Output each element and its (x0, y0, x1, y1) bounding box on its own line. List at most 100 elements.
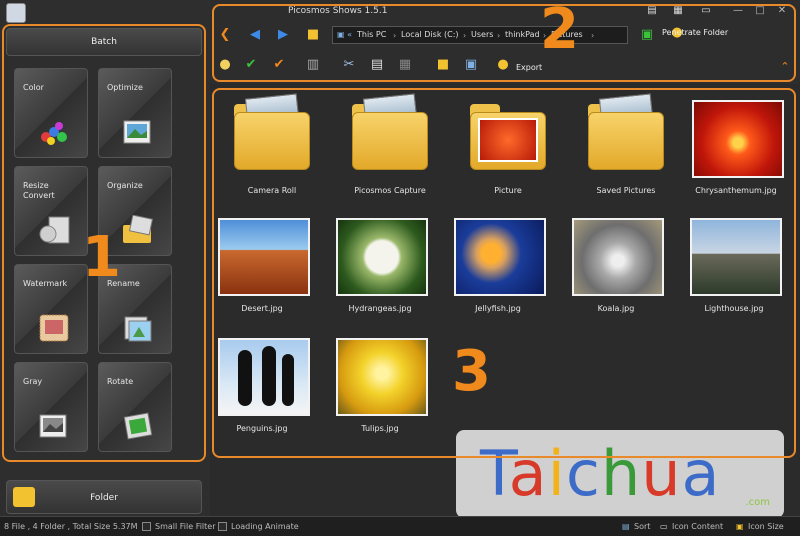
folder-label: Folder (90, 493, 118, 503)
tool-color[interactable]: Color (14, 68, 88, 158)
grid-item-label: Koala.jpg (597, 304, 635, 313)
color-palette-icon (41, 122, 67, 145)
status-bar: 8 File , 4 Folder , Total Size 5.37M Sma… (0, 516, 800, 536)
watermark-logo: Taichua .com (456, 430, 784, 518)
icon-content-icon: ▭ (660, 522, 668, 531)
optimize-icon (123, 120, 151, 144)
rename-icon (124, 316, 152, 342)
tool-optimize[interactable]: Optimize (98, 68, 172, 158)
tool-watermark[interactable]: Watermark (14, 264, 88, 354)
tool-resize-convert[interactable]: Resize Convert (14, 166, 88, 256)
settings-icon[interactable]: ▦ (672, 5, 684, 17)
folder-image-icon (460, 94, 556, 180)
image-thumbnail (450, 212, 546, 298)
grid-item-label: Desert.jpg (241, 304, 283, 313)
check-all-icon[interactable]: ✔ (242, 56, 260, 74)
slideshow-icon[interactable]: ▣ (462, 56, 480, 74)
check-icon[interactable]: ✔ (270, 56, 288, 74)
image-thumbnail (686, 212, 782, 298)
cut-icon[interactable]: ✂ (340, 56, 358, 74)
back-arrow-icon[interactable]: ◀ (246, 26, 264, 44)
grid-item-label: Jellyfish.jpg (475, 304, 521, 313)
icon-size-button[interactable]: Icon Size (748, 522, 784, 531)
annotation-number-2: 2 (540, 0, 579, 62)
grid-item-label: Lighthouse.jpg (704, 304, 764, 313)
tool-resize-convert-label: Resize Convert (23, 181, 55, 200)
loading-animate-label: Loading Animate (231, 522, 299, 531)
icon-size-icon: ▣ (736, 522, 744, 531)
app-window: Batch Color Optimize Resize Convert Orga… (0, 0, 800, 536)
breadcrumb-sep: › (463, 31, 467, 40)
export-icon[interactable]: ● (494, 56, 512, 74)
grid-item-label: Saved Pictures (596, 186, 656, 195)
view-icon[interactable]: ▣ (638, 26, 656, 44)
tool-rotate[interactable]: Rotate (98, 362, 172, 452)
grid-item-label: Chrysanthemum.jpg (695, 186, 777, 195)
icon-content-button[interactable]: Icon Content (672, 522, 723, 531)
watermark-icon (39, 314, 69, 342)
address-bar[interactable]: ▣ « This PC › Local Disk (C:) › Users › … (332, 26, 628, 44)
new-folder-icon[interactable]: ■ (434, 56, 452, 74)
tool-organize-label: Organize (107, 181, 143, 190)
watermark-suffix: .com (745, 497, 770, 508)
image-thumbnail (332, 332, 428, 418)
tool-gray[interactable]: Gray (14, 362, 88, 452)
image-thumbnail (214, 212, 310, 298)
breadcrumb-sep: › (497, 31, 501, 40)
close-button[interactable]: ✕ (776, 5, 788, 17)
folder-icon (224, 93, 320, 180)
image-thumbnail (214, 332, 310, 418)
up-folder-icon[interactable]: ■ (304, 26, 322, 44)
doc-icon[interactable]: ▤ (646, 5, 658, 17)
grid-item-label: Penguins.jpg (236, 424, 288, 433)
folder-button[interactable]: Folder (6, 480, 202, 514)
collapse-left-icon[interactable]: ❮ (216, 26, 234, 44)
resize-convert-icon (39, 216, 70, 244)
batch-label: Batch (91, 37, 117, 47)
window-title: Picosmos Shows 1.5.1 (288, 6, 388, 16)
tool-rotate-label: Rotate (107, 377, 134, 386)
toolbar: Picosmos Shows 1.5.1 ▤ ▦ ▭ — □ ✕ ❮ ◀ ▶ ■… (210, 0, 800, 84)
breadcrumb-users[interactable]: Users (471, 30, 493, 39)
breadcrumb-local-disk[interactable]: Local Disk (C:) (401, 30, 459, 39)
breadcrumb-this-pc[interactable]: This PC (357, 30, 386, 39)
paste-icon[interactable]: ▦ (396, 56, 414, 74)
gray-icon (39, 414, 67, 438)
breadcrumb-thinkpad[interactable]: thinkPad (505, 30, 540, 39)
image-thumbnail (688, 94, 784, 180)
loading-animate-checkbox[interactable] (218, 522, 227, 531)
small-file-filter-label: Small File Filter (155, 522, 216, 531)
breadcrumb-sep: › (591, 31, 595, 40)
tool-watermark-label: Watermark (23, 279, 68, 288)
grid-item-label: Picture (494, 186, 522, 195)
forward-arrow-icon[interactable]: ▶ (274, 26, 292, 44)
tool-gray-label: Gray (23, 377, 43, 386)
pc-icon: ▣ « (337, 30, 352, 39)
small-file-filter-checkbox[interactable] (142, 522, 151, 531)
sort-icon: ▤ (622, 522, 630, 531)
status-summary: 8 File , 4 Folder , Total Size 5.37M (4, 522, 138, 531)
collapse-up-icon[interactable]: ⌃ (776, 58, 794, 76)
tool-color-label: Color (23, 83, 44, 92)
batch-button[interactable]: Batch (6, 28, 202, 56)
penetrate-folder-button[interactable]: Penetrate Folder (662, 28, 728, 37)
rotate-icon (123, 412, 153, 440)
organize-icon (123, 215, 154, 243)
sort-button[interactable]: Sort (634, 522, 650, 531)
image-thumbnail (568, 212, 664, 298)
export-button[interactable]: Export (516, 63, 542, 72)
copy-icon[interactable]: ▤ (368, 56, 386, 74)
minimize-button[interactable]: — (732, 5, 744, 17)
trash-icon[interactable]: ▥ (304, 56, 322, 74)
monitor-icon[interactable]: ▭ (700, 5, 712, 17)
annotation-number-3: 3 (452, 339, 491, 404)
tool-optimize-label: Optimize (107, 83, 143, 92)
maximize-button[interactable]: □ (754, 5, 766, 17)
watermark-text: Taichua (480, 437, 721, 510)
grid-item-label: Hydrangeas.jpg (348, 304, 412, 313)
user-icon[interactable]: ● (216, 56, 234, 74)
batch-icon (6, 3, 26, 23)
folder-icon (342, 93, 438, 180)
grid-item-label: Tulips.jpg (361, 424, 399, 433)
breadcrumb-sep: › (393, 31, 397, 40)
